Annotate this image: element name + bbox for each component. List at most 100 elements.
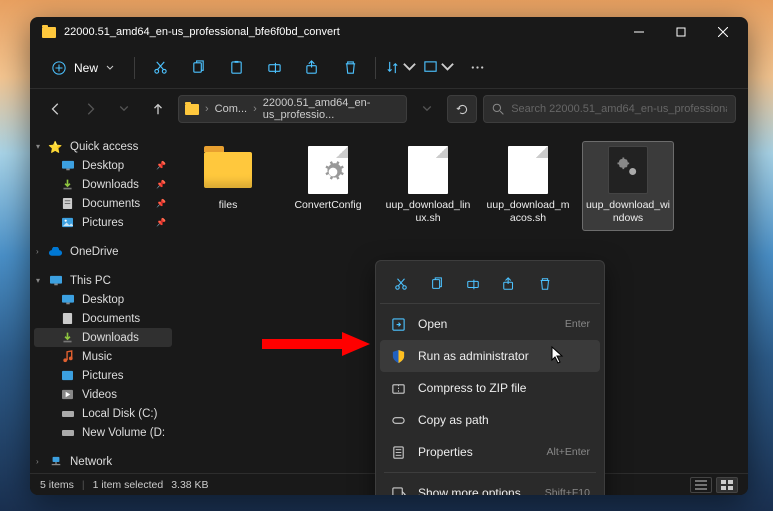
sidebar-pc-pictures[interactable]: Pictures xyxy=(34,366,172,385)
status-selected-count: 1 item selected xyxy=(93,479,164,491)
delete-button[interactable] xyxy=(333,53,367,83)
minimize-button[interactable] xyxy=(618,17,660,47)
maximize-button[interactable] xyxy=(660,17,702,47)
sidebar-pictures[interactable]: Pictures📌 xyxy=(34,213,172,232)
ctx-compress[interactable]: Compress to ZIP file xyxy=(380,372,600,404)
download-icon xyxy=(60,178,75,191)
file-icon xyxy=(400,147,456,193)
pin-icon: 📌 xyxy=(156,218,166,227)
sidebar-desktop[interactable]: Desktop📌 xyxy=(34,156,172,175)
search-box[interactable] xyxy=(483,95,736,123)
sidebar-pc-documents[interactable]: Documents xyxy=(34,309,172,328)
sidebar-pc-music[interactable]: Music xyxy=(34,347,172,366)
file-uup-windows[interactable]: uup_download_windows xyxy=(582,141,674,231)
ctx-properties[interactable]: Properties Alt+Enter xyxy=(380,436,600,468)
chevron-right-icon: › xyxy=(203,103,211,115)
back-button[interactable] xyxy=(42,95,70,123)
ctx-rename-button[interactable] xyxy=(458,271,488,297)
pin-icon: 📌 xyxy=(156,180,166,189)
context-menu: Open Enter Run as administrator Compress… xyxy=(375,260,605,495)
file-folder[interactable]: files xyxy=(182,141,274,231)
ctx-delete-button[interactable] xyxy=(530,271,560,297)
refresh-button[interactable] xyxy=(447,95,477,123)
share-button[interactable] xyxy=(295,53,329,83)
cut-button[interactable] xyxy=(143,53,177,83)
properties-icon xyxy=(390,444,406,460)
folder-icon xyxy=(200,147,256,193)
more-icon xyxy=(390,485,406,495)
sidebar-network[interactable]: ›Network xyxy=(34,452,172,471)
explorer-window: 22000.51_amd64_en-us_professional_bfe6f0… xyxy=(30,17,748,495)
star-icon: ⭐ xyxy=(48,140,63,153)
toolbar-separator xyxy=(134,57,135,79)
file-convertconfig[interactable]: ConvertConfig xyxy=(282,141,374,231)
icons-view-button[interactable] xyxy=(716,477,738,493)
new-button-label: New xyxy=(74,61,98,75)
copy-button[interactable] xyxy=(181,53,215,83)
desktop-icon xyxy=(60,159,75,172)
new-button[interactable]: New xyxy=(40,55,126,81)
ctx-open[interactable]: Open Enter xyxy=(380,308,600,340)
cloud-icon xyxy=(48,245,63,258)
details-view-button[interactable] xyxy=(690,477,712,493)
status-item-count: 5 items xyxy=(40,479,74,491)
ctx-run-admin[interactable]: Run as administrator xyxy=(380,340,600,372)
navigation-bar: › Com... › 22000.51_amd64_en-us_professi… xyxy=(30,89,748,129)
ctx-copy-path[interactable]: Copy as path xyxy=(380,404,600,436)
sidebar-downloads[interactable]: Downloads📌 xyxy=(34,175,172,194)
videos-icon xyxy=(60,388,75,401)
desktop-icon xyxy=(60,293,75,306)
ctx-copy-button[interactable] xyxy=(422,271,452,297)
sidebar-quick-access[interactable]: ▾⭐Quick access xyxy=(34,137,172,156)
forward-button[interactable] xyxy=(76,95,104,123)
sort-button[interactable] xyxy=(384,53,418,83)
breadcrumb-item[interactable]: Com... xyxy=(215,103,247,115)
zip-icon xyxy=(390,380,406,396)
sidebar-pc-localdisk[interactable]: Local Disk (C:) xyxy=(34,404,172,423)
paste-button[interactable] xyxy=(219,53,253,83)
ctx-cut-button[interactable] xyxy=(386,271,416,297)
file-icon xyxy=(500,147,556,193)
pictures-icon xyxy=(60,369,75,382)
sidebar-this-pc[interactable]: ▾This PC xyxy=(34,271,172,290)
pictures-icon xyxy=(60,216,75,229)
ctx-more-options[interactable]: Show more options Shift+F10 xyxy=(380,477,600,495)
sidebar-onedrive[interactable]: ›OneDrive xyxy=(34,242,172,261)
toolbar: New xyxy=(30,47,748,89)
file-uup-linux[interactable]: uup_download_linux.sh xyxy=(382,141,474,231)
shield-icon xyxy=(390,348,406,364)
status-size: 3.38 KB xyxy=(171,479,208,491)
folder-icon xyxy=(42,27,56,38)
context-menu-toolbar xyxy=(380,265,600,304)
document-icon xyxy=(60,197,75,210)
sidebar-documents[interactable]: Documents📌 xyxy=(34,194,172,213)
close-button[interactable] xyxy=(702,17,744,47)
breadcrumb-item[interactable]: 22000.51_amd64_en-us_professio... xyxy=(263,97,400,121)
disk-icon xyxy=(60,407,75,420)
disk-icon xyxy=(60,426,75,439)
pin-icon: 📌 xyxy=(156,161,166,170)
rename-button[interactable] xyxy=(257,53,291,83)
more-button[interactable] xyxy=(460,53,494,83)
file-grid: files ConvertConfig uup_download_linux.s… xyxy=(182,141,742,231)
ctx-share-button[interactable] xyxy=(494,271,524,297)
view-button[interactable] xyxy=(422,53,456,83)
network-icon xyxy=(48,455,63,468)
address-bar[interactable]: › Com... › 22000.51_amd64_en-us_professi… xyxy=(178,95,407,123)
open-icon xyxy=(390,316,406,332)
file-uup-macos[interactable]: uup_download_macos.sh xyxy=(482,141,574,231)
search-input[interactable] xyxy=(511,103,727,115)
sidebar-pc-newvol[interactable]: New Volume (D: xyxy=(34,423,172,442)
window-title: 22000.51_amd64_en-us_professional_bfe6f0… xyxy=(64,26,618,38)
music-icon xyxy=(60,350,75,363)
pin-icon: 📌 xyxy=(156,199,166,208)
recent-chevron[interactable] xyxy=(110,95,138,123)
sidebar-pc-videos[interactable]: Videos xyxy=(34,385,172,404)
sidebar-pc-downloads[interactable]: Downloads xyxy=(34,328,172,347)
up-button[interactable] xyxy=(144,95,172,123)
copy-path-icon xyxy=(390,412,406,428)
cmd-file-icon xyxy=(600,147,656,193)
address-chevron[interactable] xyxy=(413,95,441,123)
sidebar-pc-desktop[interactable]: Desktop xyxy=(34,290,172,309)
window-controls xyxy=(618,17,744,47)
